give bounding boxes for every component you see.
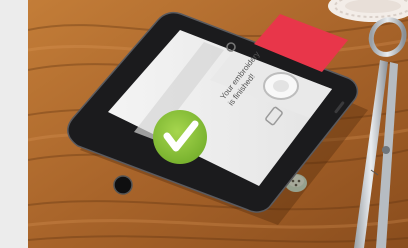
photo: Your embroidery is finished! xyxy=(28,0,408,248)
home-button xyxy=(113,175,133,195)
page-margin xyxy=(0,0,28,248)
scene: Your embroidery is finished! xyxy=(0,0,408,248)
check-badge xyxy=(153,110,207,164)
photo-illustration: Your embroidery is finished! xyxy=(28,0,408,248)
